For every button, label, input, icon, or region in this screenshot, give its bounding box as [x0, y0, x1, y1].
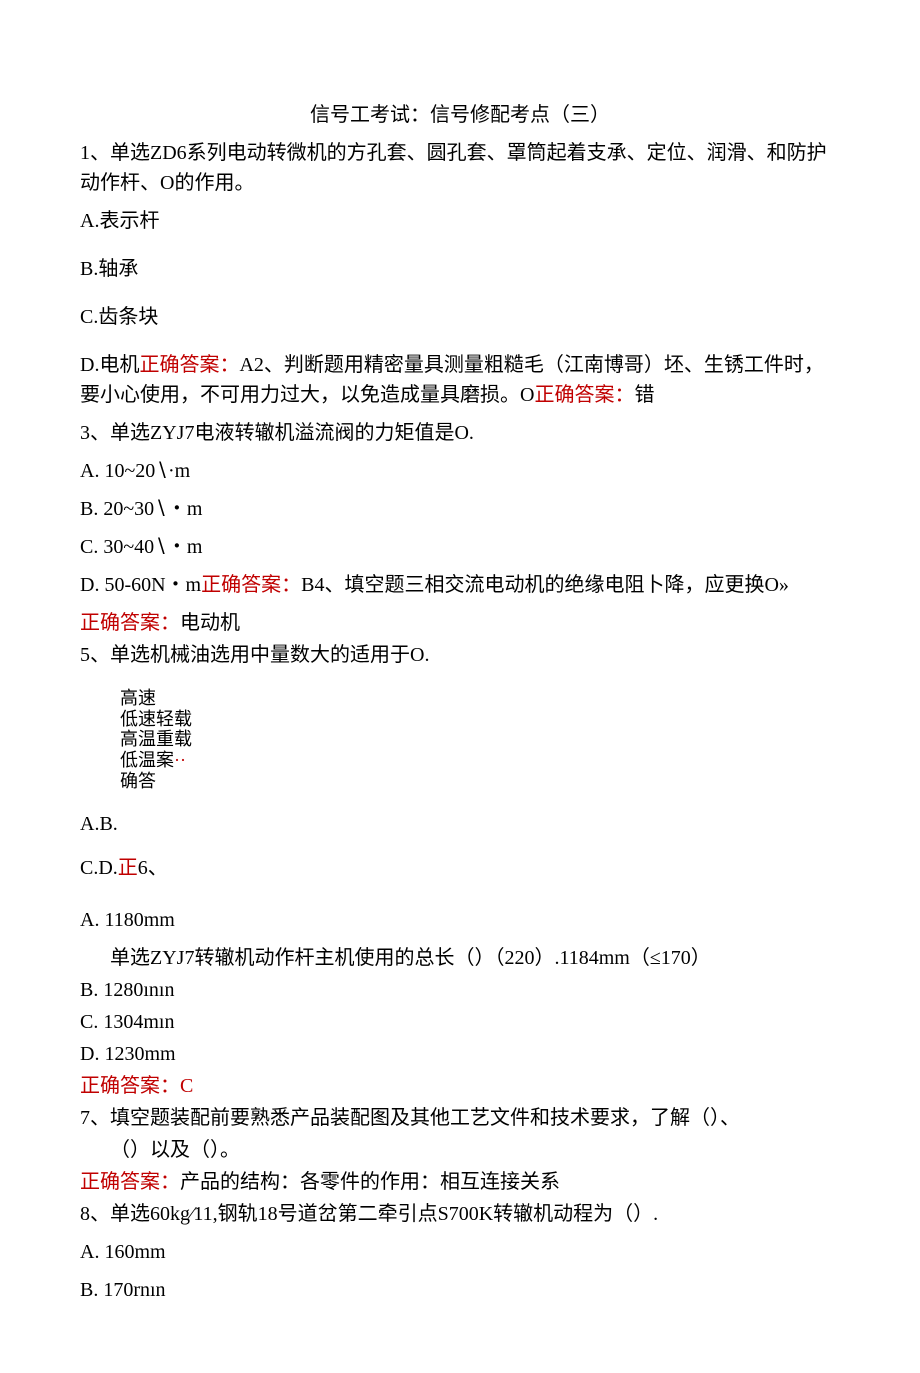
q3-option-a: A. 10~20∖·m — [80, 456, 840, 486]
q6-option-b: B. 1280ının — [80, 975, 840, 1005]
q5-cd-rest: 6、 — [138, 857, 168, 879]
q5-cd-line: C.D.正6、 — [80, 853, 840, 883]
q7-answer-line: 正确答案：产品的结构：各零件的作用：相互连接关系 — [80, 1167, 840, 1197]
page-title: 信号工考试：信号修配考点（三） — [80, 100, 840, 130]
q1-option-d-line: D.电机正确答案：A2、判断题用精密量具测量粗糙毛（江南博哥）坯、生锈工件时，要… — [80, 350, 840, 410]
q5-block-l4: 低温案·· — [120, 750, 840, 771]
q3-stem: 3、单选ZYJ7电液转辙机溢流阀的力矩值是O. — [80, 418, 840, 448]
q8-option-a: A. 160mm — [80, 1237, 840, 1267]
q5-stem: 5、单选机械油选用中量数大的适用于O. — [80, 640, 840, 670]
q5-block-l3: 高温重载 — [120, 729, 840, 750]
q1-stem: 1、单选ZD6系列电动转微机的方孔套、圆孔套、罩筒起着支承、定位、润滑、和防护动… — [80, 138, 840, 198]
q6-stem: 单选ZYJ7转辙机动作杆主机使用的总长（）（220）.1184mm（≤170） — [80, 943, 840, 973]
q6-option-d: D. 1230mm — [80, 1039, 840, 1069]
q1-option-c: C.齿条块 — [80, 302, 840, 332]
q7-answer-label: 正确答案： — [80, 1171, 180, 1193]
q3-option-d-prefix: D. 50-60N・m — [80, 574, 201, 596]
q4-answer-label: 正确答案： — [80, 612, 180, 634]
q4-answer-value: 电动机 — [180, 612, 240, 634]
q3-option-c: C. 30~40∖・m — [80, 532, 840, 562]
q5-block-l2-text: 低速轻载 — [120, 709, 192, 729]
q6-answer: 正确答案：C — [80, 1071, 840, 1101]
q1-answer-label: 正确答案： — [139, 354, 239, 376]
q4-answer-line: 正确答案：电动机 — [80, 608, 840, 638]
q5-block-dots: ·· — [174, 750, 186, 770]
q7-stem-l2: （）以及（）。 — [80, 1135, 840, 1165]
q6-option-a: A. 1180mm — [80, 905, 840, 935]
q5-block-l4-text: 低温案 — [120, 750, 174, 770]
q5-cd-red: 正 — [118, 857, 138, 879]
q1-option-b: B.轴承 — [80, 254, 840, 284]
q7-stem-l1: 7、填空题装配前要熟悉产品装配图及其他工艺文件和技术要求，了解（）、 — [80, 1103, 840, 1133]
q5-block-l5: 确答 — [120, 771, 840, 792]
q5-block-l3-text: 高温重载 — [120, 729, 192, 749]
q5-ab-line: A.B. — [80, 809, 840, 839]
q2-answer-value: 错 — [634, 384, 654, 406]
q3-option-d-line: D. 50-60N・m正确答案：B4、填空题三相交流电动机的绝缘电阻卜降，应更换… — [80, 570, 840, 600]
q5-block-l2: 低速轻载 — [120, 709, 840, 730]
q6-option-c: C. 1304mın — [80, 1007, 840, 1037]
q8-stem: 8、单选60kg⁄11,钢轨18号道岔第二牵引点S700K转辙机动程为（）. — [80, 1199, 840, 1229]
q7-answer-value: 产品的结构：各零件的作用：相互连接关系 — [180, 1171, 560, 1193]
q5-option-block: 高速 低速轻载 高温重载 低温案·· 确答 — [120, 688, 840, 791]
q2-answer-label: 正确答案： — [534, 384, 634, 406]
q3-answer-rest: B4、填空题三相交流电动机的绝缘电阻卜降，应更换O» — [301, 574, 789, 596]
q1-option-d-prefix: D.电机 — [80, 354, 139, 376]
q3-option-b: B. 20~30∖・m — [80, 494, 840, 524]
q3-answer-label: 正确答案： — [201, 574, 301, 596]
q5-cd-prefix: C.D. — [80, 857, 118, 879]
q5-block-l1: 高速 — [120, 688, 840, 709]
q1-option-a: A.表示杆 — [80, 206, 840, 236]
